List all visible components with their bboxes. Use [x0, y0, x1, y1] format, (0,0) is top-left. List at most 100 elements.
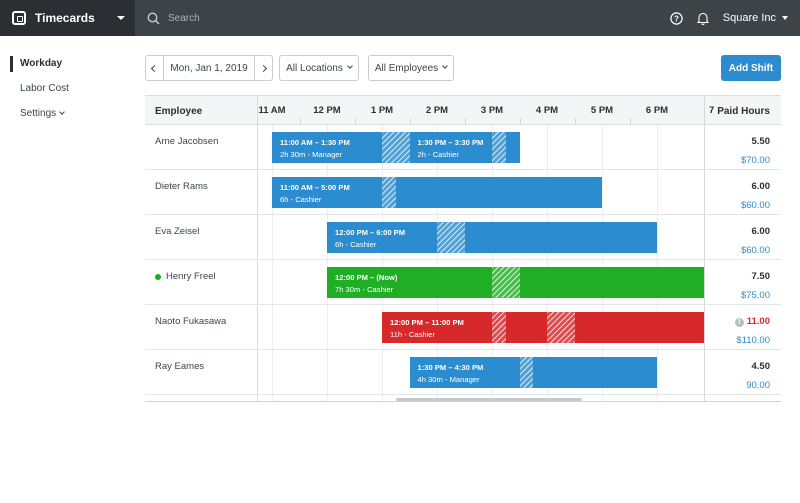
shift-time: 12:00 PM – 6:00 PM	[335, 228, 406, 237]
employee-name: Henry Freel	[155, 271, 216, 282]
paid-hours-value: 6.00	[741, 226, 771, 237]
date-picker: Mon, Jan 1, 2019	[145, 55, 273, 81]
bell-icon[interactable]	[696, 12, 709, 25]
paid-hours-cell: 6.00 $60.00	[741, 226, 770, 256]
paid-hours-column-header: Paid Hours	[717, 106, 770, 117]
shift-bar[interactable]: 12:00 PM – 11:00 PM 11h - Cashier	[382, 312, 704, 343]
sidebar-item-workday[interactable]: Workday	[0, 51, 130, 76]
paid-hours-value: ! 11.00	[734, 316, 770, 327]
prev-day-button[interactable]	[146, 56, 163, 80]
table-row[interactable]: Arne Jacobsen 5.50 $70.00 11:00 AM – 1:30 P…	[145, 125, 781, 170]
pay-amount: 90.00	[746, 380, 770, 391]
square-logo-icon	[12, 11, 26, 25]
shift-label: 1:30 PM – 3:30 PM 2h - Cashier	[418, 137, 484, 161]
date-field[interactable]: Mon, Jan 1, 2019	[163, 56, 255, 80]
locations-dropdown[interactable]: All Locations	[279, 55, 359, 81]
hour-label: 4 PM	[535, 105, 559, 116]
search-bar[interactable]: Search	[147, 11, 200, 25]
employee-name: Arne Jacobsen	[155, 136, 218, 147]
shift-time: 12:00 PM – 11:00 PM	[390, 318, 464, 327]
paid-hours-value: 5.50	[741, 136, 771, 147]
shift-detail: 2h - Cashier	[417, 150, 459, 159]
chevron-down-icon	[347, 63, 353, 69]
shift-time: 12:00 PM – (Now)	[335, 273, 398, 282]
table-row[interactable]: Dieter Rams 6.00 $60.00 11:00 AM – 5:00 PM 6…	[145, 170, 781, 215]
employee-name-text: Arne Jacobsen	[155, 136, 219, 147]
sidebar-item-settings[interactable]: Settings	[0, 101, 130, 126]
table-row[interactable]: Henry Freel 7.50 $75.00 12:00 PM – (Now) 7h …	[145, 260, 781, 305]
horizontal-scrollbar[interactable]	[396, 398, 582, 401]
employee-name-text: Henry Freel	[166, 271, 216, 282]
next-day-button[interactable]	[255, 56, 272, 80]
pay-amount: $75.00	[740, 290, 770, 301]
shift-label: 12:00 PM – 11:00 PM 11h - Cashier	[390, 317, 464, 341]
app-title: Timecards	[35, 11, 95, 25]
chevron-down-icon	[59, 109, 65, 115]
account-name: Square Inc	[722, 12, 776, 24]
hour-label: 2 PM	[425, 105, 449, 116]
shift-label: 1:30 PM – 4:30 PM 4h 30m - Manager	[418, 362, 484, 386]
employees-dropdown[interactable]: All Employees	[368, 55, 454, 81]
paid-hours-cell: 5.50 $70.00	[741, 136, 770, 166]
sidebar-item-labor-cost[interactable]: Labor Cost	[0, 76, 130, 101]
employee-name: Ray Eames	[155, 361, 204, 372]
shift-bar[interactable]: 11:00 AM – 5:00 PM 6h - Cashier	[272, 177, 602, 208]
half-hour-tick	[519, 118, 521, 125]
shift-time: 1:30 PM – 4:30 PM	[417, 363, 484, 372]
add-shift-button[interactable]: Add Shift	[721, 55, 781, 81]
table-row[interactable]: Ray Eames 4.50 90.00 1:30 PM – 4:30 PM 4h 30…	[145, 350, 781, 395]
shift-bar[interactable]: 12:00 PM – (Now) 7h 30m - Cashier	[327, 267, 704, 298]
locations-dropdown-label: All Locations	[286, 62, 343, 74]
shift-bar[interactable]: 11:00 AM – 1:30 PM 2h 30m - Manager	[272, 132, 410, 163]
chevron-right-icon	[259, 64, 268, 72]
shift-time: 11:00 AM – 5:00 PM	[280, 183, 350, 192]
employee-name: Dieter Rams	[155, 181, 208, 192]
break-segment	[382, 132, 410, 163]
paid-hours-text: 5.50	[751, 136, 771, 147]
hour-label: 6 PM	[645, 105, 669, 116]
hour-label: 3 PM	[480, 105, 504, 116]
caret-down-icon	[782, 16, 788, 20]
shift-label: 11:00 AM – 5:00 PM 6h - Cashier	[280, 182, 350, 206]
shift-label: 12:00 PM – 6:00 PM 6h - Cashier	[335, 227, 405, 251]
shift-bar[interactable]: 12:00 PM – 6:00 PM 6h - Cashier	[327, 222, 657, 253]
employee-name-text: Eva Zeisel	[155, 226, 200, 237]
break-segment	[382, 177, 396, 208]
half-hour-tick	[629, 118, 631, 125]
break-segment	[492, 132, 506, 163]
shift-label: 12:00 PM – (Now) 7h 30m - Cashier	[335, 272, 397, 296]
paid-hours-cell: ! 11.00 $110.00	[734, 316, 770, 346]
search-placeholder: Search	[168, 12, 200, 24]
paid-hours-value: 7.50	[741, 271, 771, 282]
hour-label: 5 PM	[590, 105, 614, 116]
hour-label: 1 PM	[370, 105, 394, 116]
shift-bar[interactable]: 1:30 PM – 3:30 PM 2h - Cashier	[409, 132, 520, 163]
shift-bar[interactable]: 1:30 PM – 4:30 PM 4h 30m - Manager	[409, 357, 657, 388]
paid-hours-text: 6.00	[751, 226, 771, 237]
pay-amount: $70.00	[740, 155, 770, 166]
info-icon[interactable]: !	[734, 318, 744, 327]
grid-header: Employee Paid Hours	[145, 95, 781, 125]
app-switcher[interactable]: Timecards	[0, 0, 135, 36]
shift-detail: 6h - Cashier	[335, 240, 377, 249]
table-row[interactable]: Naoto Fukasawa ! 11.00 $110.00 12:00 PM – 11…	[145, 305, 781, 350]
employee-name: Naoto Fukasawa	[155, 316, 226, 327]
paid-hours-text: 4.50	[751, 361, 771, 372]
timecard-grid: Employee Paid Hours 11 AM 12 PM 1 PM 2 PM 3 …	[145, 95, 781, 402]
pay-amount: $60.00	[740, 245, 770, 256]
employee-column-header: Employee	[155, 106, 203, 117]
sidebar-item-label: Settings	[20, 108, 57, 119]
employee-name-text: Ray Eames	[155, 361, 205, 372]
half-hour-tick	[574, 118, 576, 125]
employees-dropdown-label: All Employees	[374, 62, 439, 74]
account-menu[interactable]: Square Inc	[723, 12, 788, 24]
sidebar-item-label: Labor Cost	[20, 83, 69, 94]
paid-hours-text: 11.00	[746, 316, 770, 327]
table-row[interactable]: Eva Zeisel 6.00 $60.00 12:00 PM – 6:00 PM 6h…	[145, 215, 781, 260]
clocked-in-indicator	[155, 273, 161, 280]
hour-label: 7	[709, 105, 715, 116]
shift-time: 11:00 AM – 1:30 PM	[280, 138, 350, 147]
employee-name: Eva Zeisel	[155, 226, 199, 237]
help-icon[interactable]: ?	[670, 11, 683, 25]
shift-detail: 11h - Cashier	[390, 330, 436, 339]
